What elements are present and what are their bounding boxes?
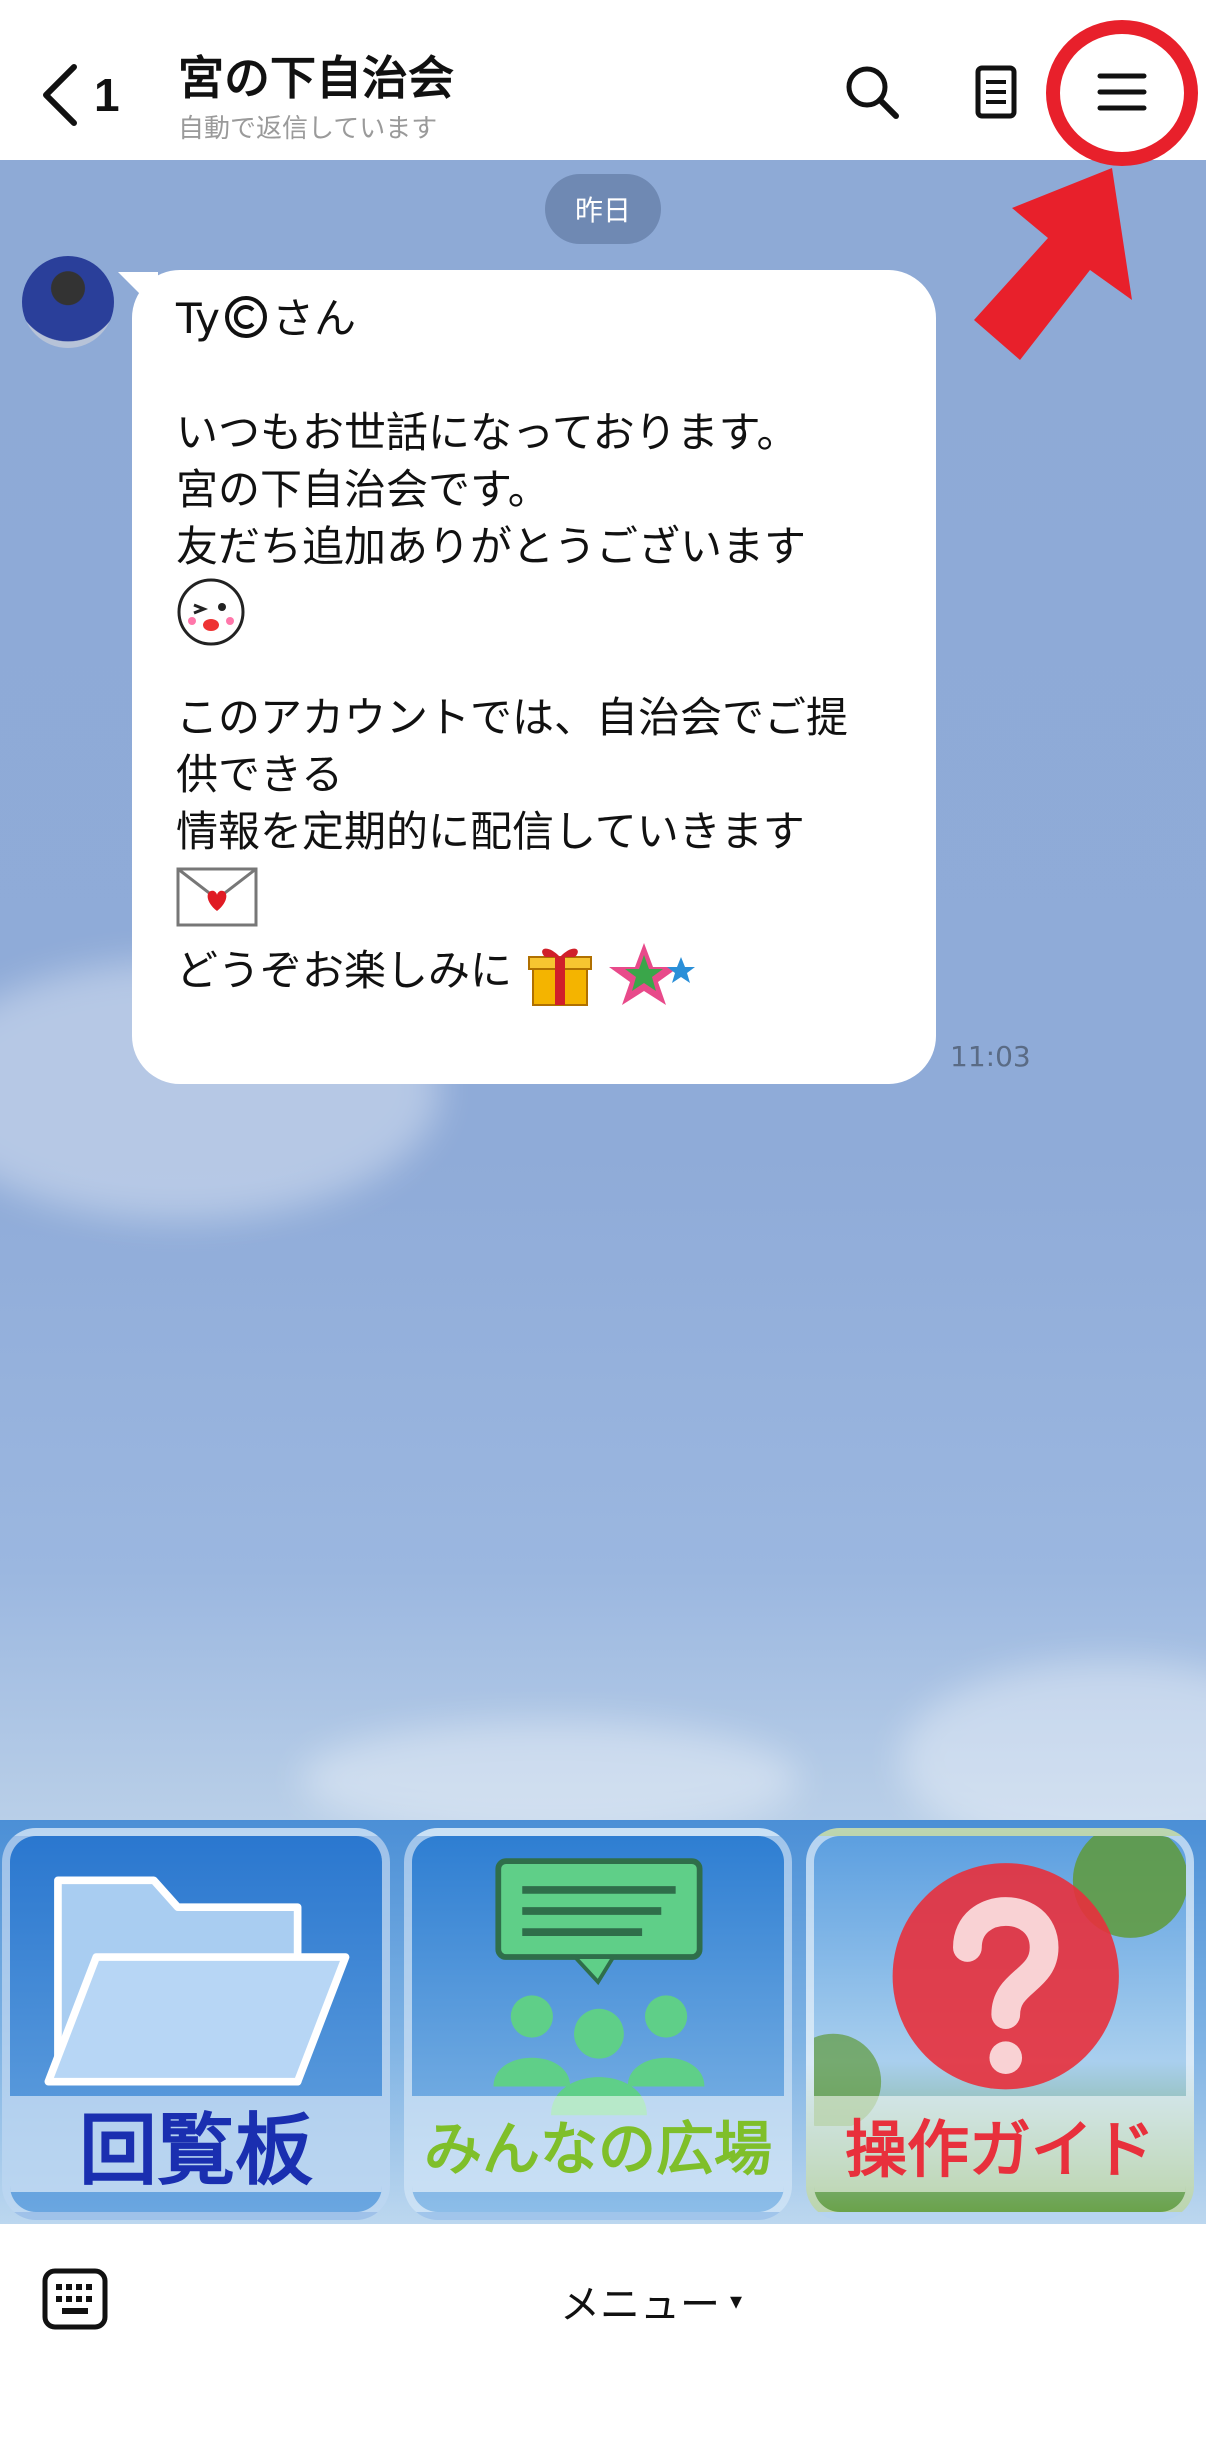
rich-menu-label: みんなの広場 [412, 2096, 784, 2192]
love-letter-emoji-icon [176, 867, 258, 927]
date-separator: 昨日 [545, 174, 661, 244]
message-line: このアカウントでは、自治会でご提 [176, 693, 849, 742]
message-greeting: Ty さん [176, 290, 892, 347]
chat-title: 宮の下自治会 [178, 51, 454, 105]
notes-button[interactable] [960, 56, 1032, 128]
notes-icon [975, 65, 1017, 119]
unread-count: 1 [94, 69, 120, 121]
back-button[interactable]: 1 [40, 50, 120, 140]
greeting-name: Ty [176, 294, 220, 343]
label-text: 回覧板 [78, 2106, 313, 2196]
wink-face-emoji-icon [177, 578, 245, 646]
rich-menu-label: 回覧板 [10, 2096, 382, 2196]
community-icon [493, 1858, 705, 2116]
message-line: 情報を定期的に配信していきます [176, 807, 805, 856]
keyboard-icon[interactable] [42, 2268, 108, 2330]
message-line: 供できる [176, 750, 344, 799]
message-line: どうぞお楽しみに [176, 946, 513, 995]
question-icon [814, 1836, 1186, 2126]
rich-menu-community-square[interactable]: みんなの広場 [404, 1828, 792, 2220]
bottom-bar: メニュー ▾ [0, 2224, 1206, 2462]
menu-toggle-button[interactable]: メニュー ▾ [560, 2268, 742, 2334]
highlight-circle [1046, 20, 1198, 166]
menu-toggle-label: メニュー [560, 2282, 720, 2328]
message-bubble[interactable]: Ty さん いつもお世話になっております。 宮の下自治会です。 友だち追加ありがと… [132, 270, 936, 1084]
rich-menu-label: 操作ガイド [814, 2096, 1186, 2192]
message-line-final: どうぞお楽しみに [176, 934, 892, 1008]
rich-menu-operation-guide[interactable]: 操作ガイド [806, 1828, 1194, 2220]
label-text: みんなの広場 [423, 2115, 772, 2183]
chat-area[interactable]: 昨日 Ty さん いつもお世話になっております。 宮の下自治会です。 友だち追加あ… [0, 160, 1206, 1820]
gift-emoji-icon [528, 948, 593, 1006]
search-button[interactable] [836, 56, 908, 128]
avatar[interactable] [22, 256, 114, 348]
rich-menu-circular-board[interactable]: 回覧板 [2, 1828, 390, 2220]
copyright-icon [224, 296, 267, 338]
caret-down-icon: ▾ [730, 2287, 743, 2315]
pointer-arrow-icon [974, 168, 1132, 360]
search-icon [846, 66, 899, 119]
message-line: 宮の下自治会です。 [176, 465, 550, 514]
auto-reply-status: 自動で返信しています [178, 114, 438, 144]
stars-emoji-icon [608, 942, 695, 1005]
message-line: いつもお世話になっております。 [176, 408, 799, 457]
greeting-suffix: さん [271, 294, 356, 343]
folder-icon [44, 1876, 350, 2086]
message-time: 11:03 [950, 1040, 1031, 1073]
chat-header: 1 宮の下自治会 自動で返信しています [0, 0, 1206, 161]
message-line: 友だち追加ありがとうございます [176, 522, 807, 571]
rich-menu: 回覧板 みんなの広場 操作ガイド [0, 1820, 1206, 2224]
chevron-left-icon [43, 64, 77, 126]
label-text: 操作ガイド [844, 2113, 1155, 2186]
